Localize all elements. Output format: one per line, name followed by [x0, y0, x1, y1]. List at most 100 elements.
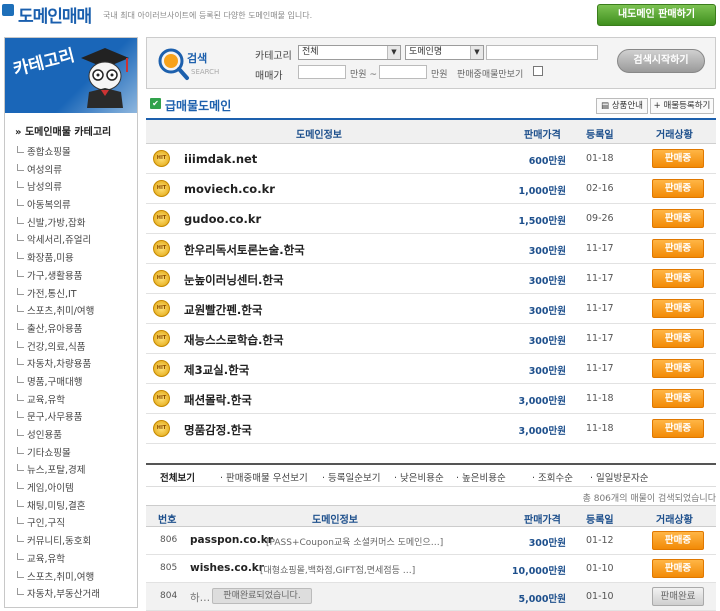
status-button[interactable]: 판매중	[652, 209, 704, 228]
hit-badge-icon: HIT	[153, 270, 170, 287]
category-item[interactable]: 스포츠,취미,여행	[15, 569, 137, 587]
site-logo[interactable]: 도메인매매	[18, 2, 92, 27]
status-button[interactable]: 판매중	[652, 149, 704, 168]
status-button[interactable]: 판매중	[652, 299, 704, 318]
document-icon: ▤	[600, 101, 612, 111]
domain-name[interactable]: 제3교실.한국	[184, 362, 249, 378]
sort-filter-bar: 전체보기 · 판매중매물 우선보기 · 등록일순보기 · 낮은비용순 · 높은비…	[146, 463, 716, 487]
category-item[interactable]: 교육,유학	[15, 551, 137, 569]
filter-tab-visitors[interactable]: · 일일방문자순	[590, 470, 649, 484]
table-row: HIT 재능스스로학습.한국 300만원 11-17 판매중	[146, 324, 716, 354]
category-item[interactable]: 남성의류	[15, 179, 137, 197]
total-count: 총 806개의 매물이 검색되었습니다	[582, 494, 716, 504]
category-item[interactable]: 스포츠,취미/여행	[15, 303, 137, 321]
status-button[interactable]: 판매중	[652, 531, 704, 550]
category-item[interactable]: 게임,아이템	[15, 480, 137, 498]
column-header: 등록일	[586, 515, 614, 526]
date: 11-17	[586, 363, 614, 374]
domain-name[interactable]: iiimdak.net	[184, 152, 257, 166]
chevron-down-icon: ▼	[470, 46, 483, 59]
search-type-select[interactable]: 도메인명 ▼	[405, 45, 484, 60]
category-item[interactable]: 가구,생활용품	[15, 268, 137, 286]
status-button[interactable]: 판매중	[652, 419, 704, 438]
status-button[interactable]: 판매중	[652, 359, 704, 378]
hit-badge-icon: HIT	[153, 300, 170, 317]
status-button[interactable]: 판매중	[652, 239, 704, 258]
domain-name[interactable]: 재능스스로학습.한국	[184, 332, 284, 348]
column-header: 도메인정보	[296, 130, 342, 141]
table-row: HIT 한우리독서토론논술.한국 300만원 11-17 판매중	[146, 234, 716, 264]
category-item[interactable]: 신발,가방,잡화	[15, 215, 137, 233]
status-button[interactable]: 판매완료	[652, 587, 704, 606]
domain-name[interactable]: gudoo.co.kr	[184, 212, 261, 226]
filter-tab-all[interactable]: 전체보기	[160, 470, 195, 484]
hit-badge-icon: HIT	[153, 180, 170, 197]
filter-tab-on-sale[interactable]: · 판매중매물 우선보기	[220, 470, 308, 484]
status-button[interactable]: 판매중	[652, 179, 704, 198]
price: 600만원	[528, 156, 566, 167]
price-min-input[interactable]	[298, 65, 346, 79]
register-listing-button[interactable]: + 매물등록하기	[650, 98, 714, 114]
category-item[interactable]: 종합쇼핑몰	[15, 144, 137, 162]
category-item[interactable]: 자동차,부동산거래	[15, 586, 137, 604]
hit-badge-icon: HIT	[153, 390, 170, 407]
date: 01-10	[586, 591, 614, 602]
category-item[interactable]: 여성의류	[15, 162, 137, 180]
domain-name[interactable]: 교원빨간펜.한국	[184, 302, 262, 318]
domain-name[interactable]: wishes.co.kr	[190, 562, 264, 574]
category-item[interactable]: 문구,사무용품	[15, 409, 137, 427]
category-item[interactable]: 뉴스,포탈,경제	[15, 462, 137, 480]
domain-name[interactable]: 명품감정.한국	[184, 422, 252, 438]
search-logo-sub: SEARCH	[191, 68, 220, 76]
keyword-input[interactable]	[486, 45, 598, 60]
product-guide-button[interactable]: ▤ 상품안내	[596, 98, 648, 114]
price: 10,000만원	[511, 566, 566, 577]
mascot-icon	[81, 48, 129, 108]
domain-name[interactable]: passpon.co.kr	[190, 534, 273, 546]
status-button[interactable]: 판매중	[652, 269, 704, 288]
on-sale-only-checkbox[interactable]	[533, 66, 543, 76]
domain-name[interactable]: 한우리독서토론논술.한국	[184, 242, 305, 258]
sell-my-domain-button[interactable]: 내도메인 판매하기	[597, 4, 716, 26]
filter-tab-date[interactable]: · 등록일순보기	[322, 470, 381, 484]
date: 01-12	[586, 535, 614, 546]
status-button[interactable]: 판매중	[652, 559, 704, 578]
date: 11-17	[586, 243, 614, 254]
date: 11-18	[586, 423, 614, 434]
category-item[interactable]: 화장품,미용	[15, 250, 137, 268]
domain-description: [PASS+Coupon교육 소셜커머스 도메인으…]	[266, 538, 444, 548]
category-item[interactable]: 기타쇼핑몰	[15, 445, 137, 463]
category-item[interactable]: 가전,통신,IT	[15, 286, 137, 304]
status-button[interactable]: 판매중	[652, 389, 704, 408]
date: 11-17	[586, 333, 614, 344]
category-item[interactable]: 성인용품	[15, 427, 137, 445]
category-item[interactable]: 구인,구직	[15, 515, 137, 533]
category-item[interactable]: 채팅,미팅,결혼	[15, 498, 137, 516]
filter-tab-high-cost[interactable]: · 높은비용순	[456, 470, 506, 484]
category-item[interactable]: 출산,유아용품	[15, 321, 137, 339]
table-row: HIT 교원빨간펜.한국 300만원 11-17 판매중	[146, 294, 716, 324]
category-item[interactable]: 아동복의류	[15, 197, 137, 215]
price-max-input[interactable]	[379, 65, 427, 79]
category-item[interactable]: 교육,유학	[15, 392, 137, 410]
category-item[interactable]: 건강,의료,식품	[15, 339, 137, 357]
category-item[interactable]: 커뮤니티,동호회	[15, 533, 137, 551]
category-item[interactable]: 악세서리,쥬얼리	[15, 232, 137, 250]
search-button[interactable]: 검색시작하기	[617, 49, 705, 73]
on-sale-only-label: 판매중매물만보기	[457, 70, 524, 80]
category-item[interactable]: 명품,구매대행	[15, 374, 137, 392]
domain-name[interactable]: 눈높이러닝센터.한국	[184, 272, 284, 288]
domain-name[interactable]: 패션몰락.한국	[184, 392, 252, 408]
category-select[interactable]: 전체 ▼	[298, 45, 401, 60]
column-header: 거래상황	[656, 130, 693, 141]
domain-description: [대형쇼핑몰,백화점,GIFT점,면세점등 …]	[260, 566, 416, 576]
category-select-value: 전체	[302, 47, 319, 57]
filter-tab-low-cost[interactable]: · 낮은비용순	[394, 470, 444, 484]
price: 3,000만원	[518, 396, 566, 407]
filter-tab-views[interactable]: · 조회수순	[532, 470, 573, 484]
price: 300만원	[528, 336, 566, 347]
urgent-title: 급매물도메인	[165, 99, 232, 113]
status-button[interactable]: 판매중	[652, 329, 704, 348]
domain-name[interactable]: moviech.co.kr	[184, 182, 275, 196]
category-item[interactable]: 자동차,차량용품	[15, 356, 137, 374]
